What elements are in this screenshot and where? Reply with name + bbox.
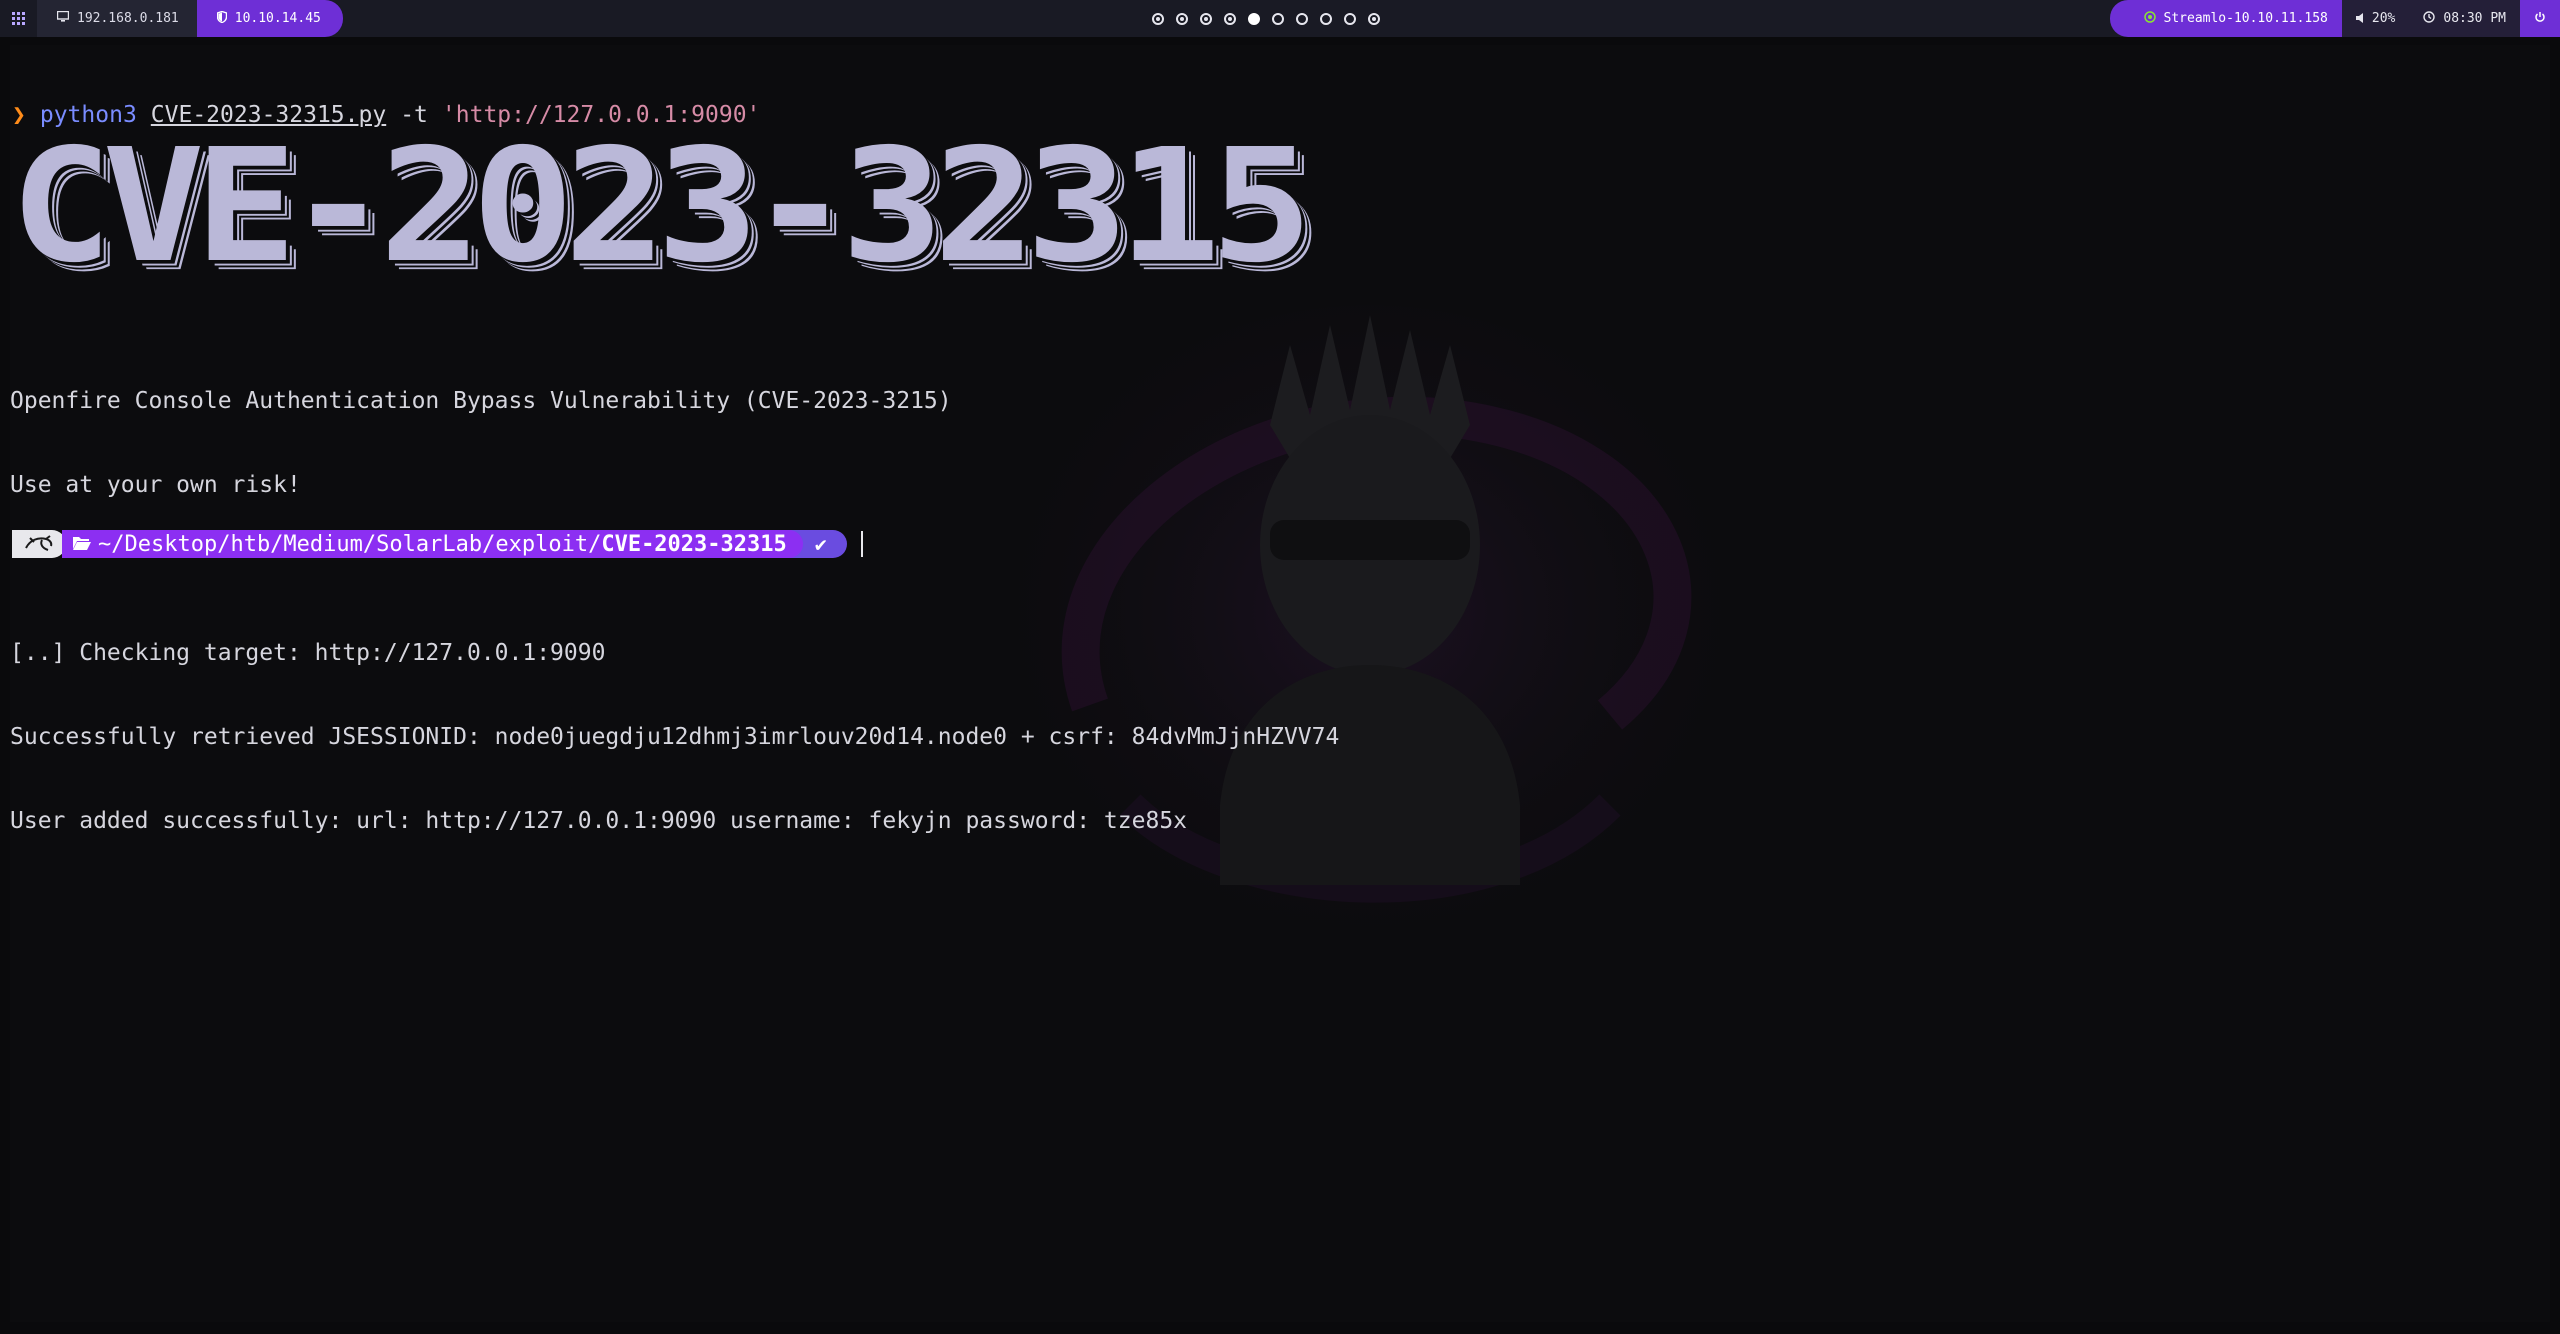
clock-indicator[interactable]: 08:30 PM [2409, 0, 2520, 37]
target-text: Streamlo-10.10.11.158 [2163, 11, 2328, 26]
workspace-1[interactable] [1152, 12, 1164, 25]
command-output: Openfire Console Authentication Bypass V… [10, 331, 2540, 891]
shell-prompt: ~/Desktop/htb/Medium/SolarLab/exploit/ C… [12, 530, 863, 558]
workspace-9[interactable] [1344, 12, 1356, 25]
ascii-banner: CVE-2023-32315 [10, 115, 1470, 298]
power-button[interactable] [2520, 0, 2560, 37]
topbar-left: 192.168.0.181 10.10.14.45 [0, 0, 343, 37]
workspace-8[interactable] [1320, 12, 1332, 25]
output-line: Successfully retrieved JSESSIONID: node0… [10, 724, 1340, 750]
workspace-2[interactable] [1176, 12, 1188, 25]
kali-dragon-icon [12, 530, 66, 558]
workspace-7[interactable] [1296, 12, 1308, 25]
target-indicator[interactable]: Streamlo-10.10.11.158 [2129, 0, 2342, 37]
output-line: [..] Checking target: http://127.0.0.1:9… [10, 640, 606, 666]
prompt-path-current: CVE-2023-32315 [601, 531, 787, 557]
vpn-ip-indicator[interactable]: 10.10.14.45 [196, 0, 343, 37]
target-icon [2143, 11, 2156, 26]
local-ip-indicator[interactable]: 192.168.0.181 [37, 0, 197, 37]
monitor-icon [56, 10, 70, 26]
folder-open-icon [72, 532, 92, 557]
output-line: Use at your own risk! [10, 472, 301, 498]
workspace-10[interactable] [1368, 12, 1380, 25]
workspace-5[interactable] [1248, 12, 1260, 25]
workspace-switcher [1152, 0, 1380, 37]
output-line: User added successfully: url: http://127… [10, 808, 1188, 834]
workspace-6[interactable] [1272, 12, 1284, 25]
power-icon [2534, 11, 2546, 27]
terminal-window[interactable]: ❯ python3 CVE-2023-32315.py -t 'http://1… [10, 45, 2550, 1322]
topbar-right: Streamlo-10.10.11.158 20% 08:30 PM [2109, 0, 2560, 37]
checkmark-icon: ✔ [814, 532, 827, 556]
workspace-3[interactable] [1200, 12, 1212, 25]
volume-indicator[interactable]: 20% [2341, 0, 2410, 37]
clock-text: 08:30 PM [2443, 11, 2506, 26]
grid-icon[interactable] [0, 0, 37, 37]
volume-icon [2355, 12, 2364, 26]
vpn-ip-text: 10.10.14.45 [234, 11, 321, 26]
local-ip-text: 192.168.0.181 [77, 11, 179, 26]
prompt-path-segment: ~/Desktop/htb/Medium/SolarLab/exploit/ C… [62, 530, 803, 558]
shield-icon [216, 10, 227, 27]
clock-icon [2423, 11, 2436, 26]
banner-title: CVE-2023-32315 [10, 115, 1313, 298]
volume-text: 20% [2371, 11, 2396, 26]
text-cursor[interactable] [860, 531, 863, 557]
workspace-4[interactable] [1224, 12, 1236, 25]
prompt-path-base: ~/Desktop/htb/Medium/SolarLab/exploit/ [98, 531, 602, 557]
top-status-bar: 192.168.0.181 10.10.14.45 Streamlo-10.10… [0, 0, 2560, 37]
output-line: Openfire Console Authentication Bypass V… [10, 388, 952, 414]
